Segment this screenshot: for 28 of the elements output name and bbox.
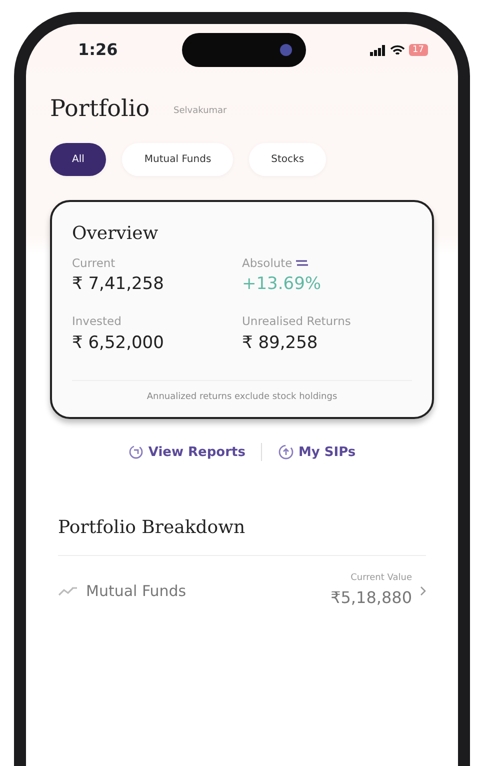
metric-label: Unrealised Returns: [242, 313, 351, 330]
page-title: Portfolio: [50, 95, 150, 124]
filter-chip[interactable]: All: [50, 142, 106, 176]
metric-label: Absolute: [242, 254, 292, 272]
metric-label: Current: [72, 254, 116, 272]
user-name: Selvakumar: [174, 105, 227, 118]
link[interactable]: My SIPs: [278, 442, 356, 462]
signal-icon: [370, 44, 386, 56]
wifi-icon: [390, 44, 405, 56]
row-value: ₹5,18,880: [330, 586, 412, 608]
upload-icon: [278, 444, 294, 460]
filter-chip[interactable]: Mutual Funds: [122, 142, 234, 176]
metric-label: Invested: [72, 313, 122, 330]
row-name: Mutual Funds: [86, 580, 186, 602]
value-label: Current Value: [350, 572, 412, 585]
footnote: Annualized returns exclude stock holdings: [72, 380, 412, 404]
filter-chip[interactable]: Stocks: [249, 142, 326, 176]
status-time: 1:26: [78, 39, 118, 61]
metric-value: +13.69%: [242, 272, 322, 296]
metric-value: ₹ 89,258: [242, 332, 319, 354]
card-title: Overview: [72, 222, 160, 246]
chevron-icon[interactable]: [420, 586, 426, 596]
section-title: Portfolio Breakdown: [58, 514, 426, 556]
metric-value: ₹ 7,41,258: [72, 272, 165, 296]
trend-icon: [58, 586, 78, 596]
link[interactable]: View Reports: [128, 442, 246, 462]
metric-value: ₹ 6,52,000: [72, 332, 165, 354]
battery-level: 17: [408, 44, 428, 56]
